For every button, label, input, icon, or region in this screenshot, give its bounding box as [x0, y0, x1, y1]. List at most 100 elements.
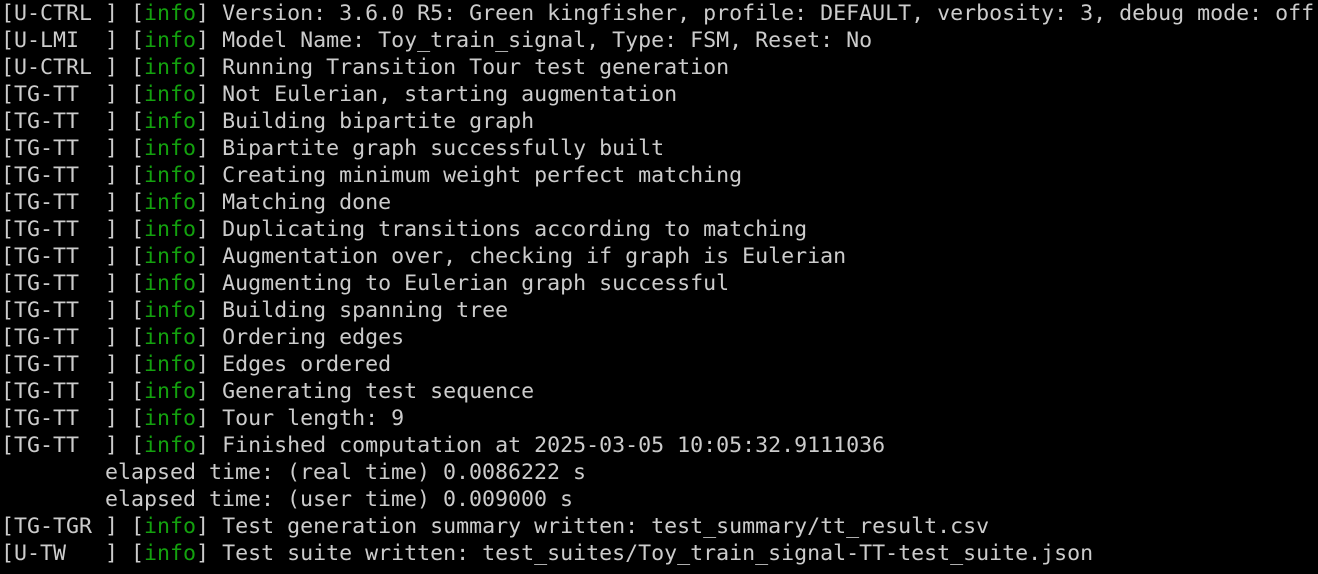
log-level-bracket-close: ] [196, 352, 223, 377]
log-level: info [144, 379, 197, 404]
log-continuation: elapsed time: (user time) 0.009000 s [1, 487, 574, 512]
log-module-tag: [TG-TT ] [1, 109, 132, 134]
log-message: Augmentation over, checking if graph is … [222, 244, 847, 269]
log-level: info [144, 217, 197, 242]
log-level-bracket-open: [ [131, 1, 145, 26]
log-module-tag: [TG-TT ] [1, 244, 132, 269]
log-level-bracket-open: [ [131, 136, 145, 161]
log-module-tag: [TG-TT ] [1, 379, 132, 404]
log-line: [TG-TGR ] [info] Test generation summary… [0, 513, 1318, 540]
log-line: [TG-TT ] [info] Edges ordered [0, 351, 1318, 378]
log-line: [TG-TT ] [info] Building spanning tree [0, 297, 1318, 324]
log-level-bracket-close: ] [196, 136, 223, 161]
log-module-tag: [U-CTRL ] [1, 55, 132, 80]
log-level-bracket-close: ] [196, 271, 223, 296]
log-module-tag: [TG-TGR ] [1, 514, 132, 539]
log-line: [TG-TT ] [info] Duplicating transitions … [0, 216, 1318, 243]
log-message: Test generation summary written: test_su… [222, 514, 990, 539]
log-level-bracket-open: [ [131, 82, 145, 107]
log-level-bracket-close: ] [196, 541, 223, 566]
log-module-tag: [U-TW ] [1, 541, 132, 566]
log-message: Test suite written: test_suites/Toy_trai… [222, 541, 1094, 566]
log-level-bracket-open: [ [131, 379, 145, 404]
log-level: info [144, 190, 197, 215]
log-level-bracket-close: ] [196, 1, 223, 26]
log-message: Tour length: 9 [222, 406, 405, 431]
log-line: [TG-TT ] [info] Building bipartite graph [0, 108, 1318, 135]
log-level: info [144, 1, 197, 26]
log-level: info [144, 325, 197, 350]
log-level-bracket-close: ] [196, 190, 223, 215]
log-line: elapsed time: (real time) 0.0086222 s [0, 459, 1318, 486]
log-line: [TG-TT ] [info] Finished computation at … [0, 432, 1318, 459]
log-module-tag: [TG-TT ] [1, 325, 132, 350]
log-level-bracket-close: ] [196, 325, 223, 350]
log-line: [U-TW ] [info] Test suite written: test_… [0, 540, 1318, 567]
log-level: info [144, 109, 197, 134]
log-level-bracket-close: ] [196, 55, 223, 80]
log-message: Duplicating transitions according to mat… [222, 217, 808, 242]
log-message: Edges ordered [222, 352, 392, 377]
log-line: [U-CTRL ] [info] Running Transition Tour… [0, 54, 1318, 81]
log-module-tag: [TG-TT ] [1, 352, 132, 377]
log-message: Not Eulerian, starting augmentation [222, 82, 678, 107]
log-level-bracket-close: ] [196, 379, 223, 404]
log-module-tag: [TG-TT ] [1, 163, 132, 188]
log-level-bracket-open: [ [131, 514, 145, 539]
log-level-bracket-open: [ [131, 55, 145, 80]
log-level: info [144, 163, 197, 188]
log-message: Building spanning tree [222, 298, 509, 323]
log-level: info [144, 433, 197, 458]
log-line: [TG-TT ] [info] Tour length: 9 [0, 405, 1318, 432]
log-level-bracket-close: ] [196, 163, 223, 188]
log-module-tag: [U-CTRL ] [1, 1, 132, 26]
log-level: info [144, 55, 197, 80]
log-continuation: elapsed time: (real time) 0.0086222 s [1, 460, 587, 485]
log-level-bracket-close: ] [196, 109, 223, 134]
log-module-tag: [TG-TT ] [1, 271, 132, 296]
log-line: elapsed time: (user time) 0.009000 s [0, 486, 1318, 513]
log-level-bracket-close: ] [196, 244, 223, 269]
log-line: [U-CTRL ] [info] Version: 3.6.0 R5: Gree… [0, 0, 1318, 27]
terminal-output: [U-CTRL ] [info] Version: 3.6.0 R5: Gree… [0, 0, 1318, 567]
log-message: Building bipartite graph [222, 109, 535, 134]
log-line: [TG-TT ] [info] Ordering edges [0, 324, 1318, 351]
log-level-bracket-open: [ [131, 217, 145, 242]
log-level: info [144, 82, 197, 107]
log-line: [TG-TT ] [info] Bipartite graph successf… [0, 135, 1318, 162]
log-level: info [144, 298, 197, 323]
log-message: Bipartite graph successfully built [222, 136, 665, 161]
log-module-tag: [TG-TT ] [1, 136, 132, 161]
log-module-tag: [TG-TT ] [1, 190, 132, 215]
log-message: Generating test sequence [222, 379, 535, 404]
log-level: info [144, 28, 197, 53]
log-level-bracket-open: [ [131, 541, 145, 566]
log-level: info [144, 514, 197, 539]
log-level-bracket-close: ] [196, 28, 223, 53]
log-message: Matching done [222, 190, 392, 215]
log-level: info [144, 406, 197, 431]
log-level-bracket-close: ] [196, 217, 223, 242]
log-line: [TG-TT ] [info] Augmentation over, check… [0, 243, 1318, 270]
log-level-bracket-close: ] [196, 406, 223, 431]
log-message: Model Name: Toy_train_signal, Type: FSM,… [222, 28, 873, 53]
log-message: Augmenting to Eulerian graph successful [222, 271, 730, 296]
log-level-bracket-open: [ [131, 352, 145, 377]
log-line: [TG-TT ] [info] Augmenting to Eulerian g… [0, 270, 1318, 297]
log-level: info [144, 352, 197, 377]
log-level-bracket-close: ] [196, 433, 223, 458]
log-message: Creating minimum weight perfect matching [222, 163, 743, 188]
log-line: [TG-TT ] [info] Creating minimum weight … [0, 162, 1318, 189]
log-message: Finished computation at 2025-03-05 10:05… [222, 433, 886, 458]
log-level: info [144, 244, 197, 269]
log-line: [TG-TT ] [info] Matching done [0, 189, 1318, 216]
log-level-bracket-close: ] [196, 514, 223, 539]
log-level-bracket-open: [ [131, 109, 145, 134]
log-level: info [144, 541, 197, 566]
log-level-bracket-open: [ [131, 28, 145, 53]
terminal-window[interactable]: [U-CTRL ] [info] Version: 3.6.0 R5: Gree… [0, 0, 1318, 574]
log-module-tag: [TG-TT ] [1, 433, 132, 458]
log-level-bracket-open: [ [131, 271, 145, 296]
log-module-tag: [TG-TT ] [1, 298, 132, 323]
log-module-tag: [U-LMI ] [1, 28, 132, 53]
